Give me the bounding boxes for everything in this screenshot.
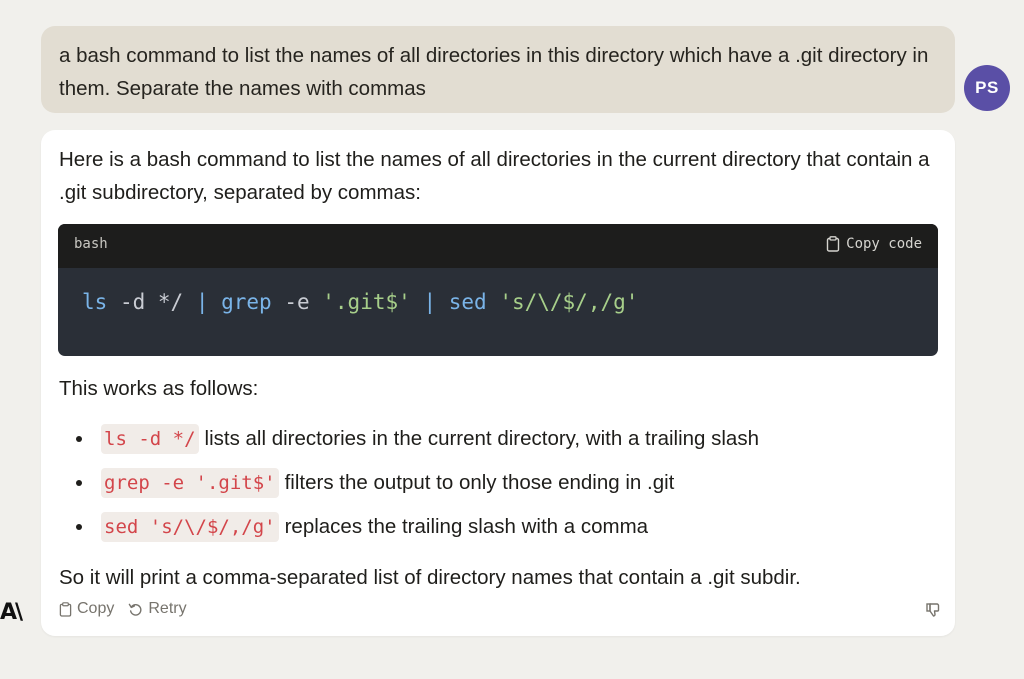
user-avatar[interactable]: PS: [964, 65, 1010, 111]
copy-code-label: Copy code: [846, 236, 922, 252]
inline-code: sed 's/\/$/,/g': [101, 512, 279, 542]
bullet-dot: [76, 436, 82, 442]
retry-icon: [129, 603, 142, 616]
list-item-text: replaces the trailing slash with a comma: [284, 515, 649, 538]
inline-code: ls -d */: [101, 424, 199, 454]
code-token: ls: [82, 290, 108, 314]
code-language-label: bash: [74, 236, 108, 252]
bullet-dot: [76, 524, 82, 530]
assistant-message-card: Here is a bash command to list the names…: [41, 130, 955, 636]
code-line: ls -d */ | grep -e '.git$' | sed 's/\/$/…: [82, 290, 638, 314]
copy-button[interactable]: Copy: [59, 600, 114, 618]
code-token: 's/\/$/,/g': [499, 290, 639, 314]
code-token: |: [423, 290, 437, 314]
clipboard-icon: [59, 601, 72, 617]
code-token: sed: [436, 290, 487, 314]
list-item: sed 's/\/$/,/g' replaces the trailing sl…: [76, 512, 649, 542]
code-token: |: [195, 290, 209, 314]
list-item: grep -e '.git$' filters the output to on…: [76, 468, 675, 498]
copy-code-button[interactable]: Copy code: [826, 236, 922, 252]
clipboard-icon: [826, 236, 840, 252]
follows-text: This works as follows:: [59, 377, 259, 400]
message-actions: Copy Retry: [59, 600, 187, 618]
user-message-bubble: a bash command to list the names of all …: [41, 26, 955, 113]
assistant-intro-text: Here is a bash command to list the names…: [59, 148, 930, 204]
bullet-dot: [76, 480, 82, 486]
code-token: -d */: [107, 290, 196, 314]
inline-code: grep -e '.git$': [101, 468, 279, 498]
code-token: '.git$': [322, 290, 411, 314]
list-item: ls -d */ lists all directories in the cu…: [76, 424, 759, 454]
logo-text: A\: [0, 600, 23, 625]
thumbs-down-icon: [926, 603, 940, 617]
code-token: -e: [271, 290, 323, 314]
copy-label: Copy: [77, 600, 115, 617]
code-token: grep: [208, 290, 272, 314]
avatar-initials: PS: [975, 78, 999, 97]
code-block-header: bash Copy code: [58, 224, 938, 268]
summary-text: So it will print a comma-separated list …: [59, 566, 801, 589]
list-item-text: filters the output to only those ending …: [284, 471, 675, 494]
list-item-text: lists all directories in the current dir…: [204, 427, 759, 450]
claude-logo: A\: [0, 600, 23, 625]
retry-label: Retry: [148, 600, 187, 617]
code-block: bash Copy code ls -d */ | grep -e '.git$…: [58, 224, 938, 356]
thumbs-down-button[interactable]: [925, 602, 941, 623]
retry-button[interactable]: Retry: [128, 600, 187, 618]
user-message-text: a bash command to list the names of all …: [59, 44, 929, 100]
